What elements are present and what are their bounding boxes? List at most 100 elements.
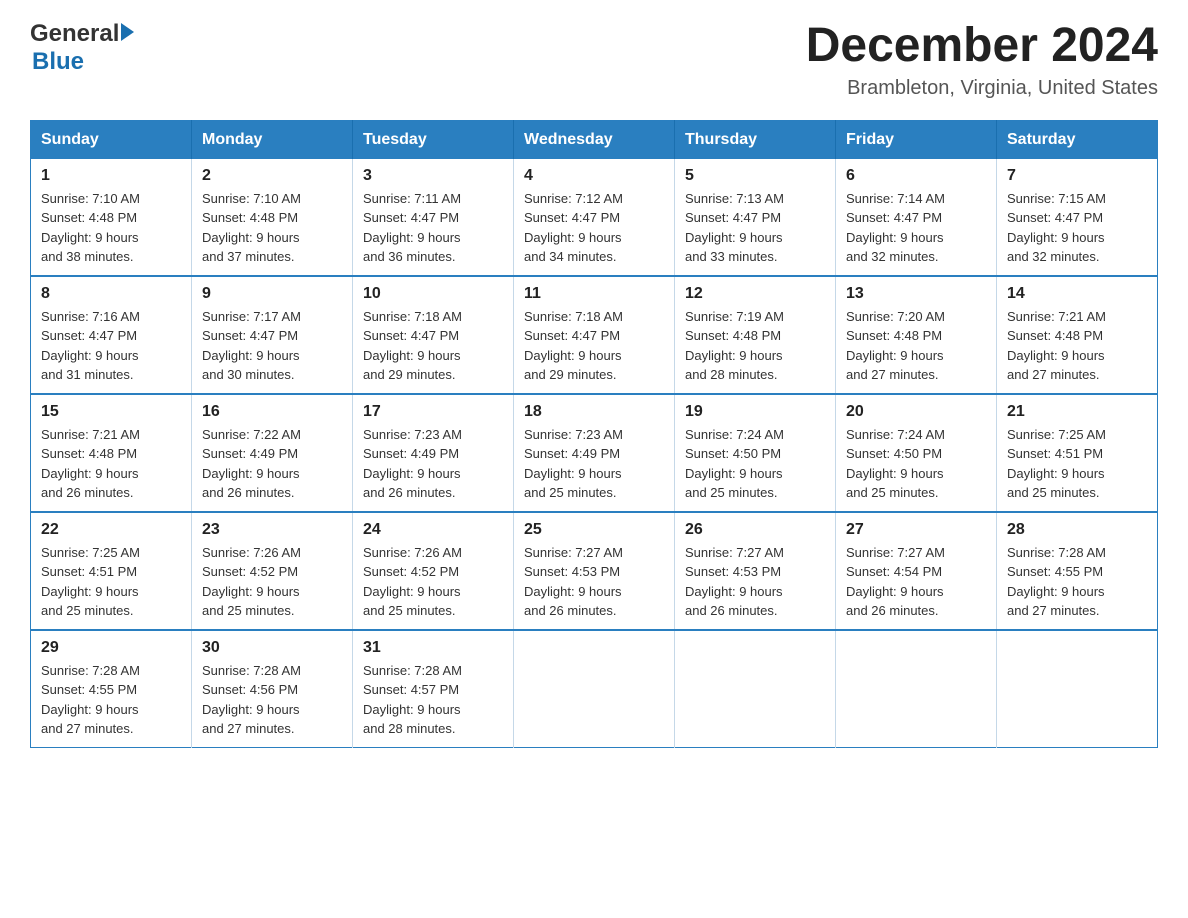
day-info: Sunrise: 7:24 AM Sunset: 4:50 PM Dayligh… xyxy=(685,425,825,503)
calendar-day-cell: 23 Sunrise: 7:26 AM Sunset: 4:52 PM Dayl… xyxy=(192,512,353,630)
calendar-day-cell: 28 Sunrise: 7:28 AM Sunset: 4:55 PM Dayl… xyxy=(997,512,1158,630)
day-number: 29 xyxy=(41,639,181,657)
logo: General Blue xyxy=(30,20,134,76)
day-number: 10 xyxy=(363,285,503,303)
day-info: Sunrise: 7:28 AM Sunset: 4:56 PM Dayligh… xyxy=(202,661,342,739)
day-number: 12 xyxy=(685,285,825,303)
calendar-day-cell: 7 Sunrise: 7:15 AM Sunset: 4:47 PM Dayli… xyxy=(997,159,1158,276)
calendar-week-row: 29 Sunrise: 7:28 AM Sunset: 4:55 PM Dayl… xyxy=(31,630,1158,748)
day-info: Sunrise: 7:23 AM Sunset: 4:49 PM Dayligh… xyxy=(363,425,503,503)
day-info: Sunrise: 7:21 AM Sunset: 4:48 PM Dayligh… xyxy=(1007,307,1147,385)
day-number: 20 xyxy=(846,403,986,421)
day-number: 27 xyxy=(846,521,986,539)
day-info: Sunrise: 7:27 AM Sunset: 4:54 PM Dayligh… xyxy=(846,543,986,621)
day-info: Sunrise: 7:18 AM Sunset: 4:47 PM Dayligh… xyxy=(524,307,664,385)
day-number: 15 xyxy=(41,403,181,421)
page-header: General Blue December 2024 Brambleton, V… xyxy=(30,20,1158,100)
calendar-day-cell: 13 Sunrise: 7:20 AM Sunset: 4:48 PM Dayl… xyxy=(836,276,997,394)
calendar-day-cell xyxy=(836,630,997,748)
day-number: 3 xyxy=(363,167,503,185)
day-number: 17 xyxy=(363,403,503,421)
day-number: 11 xyxy=(524,285,664,303)
day-number: 21 xyxy=(1007,403,1147,421)
day-number: 4 xyxy=(524,167,664,185)
day-info: Sunrise: 7:26 AM Sunset: 4:52 PM Dayligh… xyxy=(202,543,342,621)
day-number: 16 xyxy=(202,403,342,421)
logo-flag-icon xyxy=(121,23,134,41)
col-friday: Friday xyxy=(836,120,997,159)
calendar-day-cell: 21 Sunrise: 7:25 AM Sunset: 4:51 PM Dayl… xyxy=(997,394,1158,512)
calendar-week-row: 8 Sunrise: 7:16 AM Sunset: 4:47 PM Dayli… xyxy=(31,276,1158,394)
calendar-day-cell: 2 Sunrise: 7:10 AM Sunset: 4:48 PM Dayli… xyxy=(192,159,353,276)
title-section: December 2024 Brambleton, Virginia, Unit… xyxy=(806,20,1158,100)
day-number: 8 xyxy=(41,285,181,303)
calendar-day-cell: 12 Sunrise: 7:19 AM Sunset: 4:48 PM Dayl… xyxy=(675,276,836,394)
calendar-day-cell: 20 Sunrise: 7:24 AM Sunset: 4:50 PM Dayl… xyxy=(836,394,997,512)
calendar-day-cell: 14 Sunrise: 7:21 AM Sunset: 4:48 PM Dayl… xyxy=(997,276,1158,394)
day-number: 25 xyxy=(524,521,664,539)
col-tuesday: Tuesday xyxy=(353,120,514,159)
calendar-day-cell: 15 Sunrise: 7:21 AM Sunset: 4:48 PM Dayl… xyxy=(31,394,192,512)
day-number: 30 xyxy=(202,639,342,657)
calendar-header: Sunday Monday Tuesday Wednesday Thursday… xyxy=(31,120,1158,159)
day-number: 7 xyxy=(1007,167,1147,185)
day-number: 26 xyxy=(685,521,825,539)
day-info: Sunrise: 7:13 AM Sunset: 4:47 PM Dayligh… xyxy=(685,189,825,267)
weekday-row: Sunday Monday Tuesday Wednesday Thursday… xyxy=(31,120,1158,159)
col-sunday: Sunday xyxy=(31,120,192,159)
logo-blue-text: Blue xyxy=(32,48,84,76)
calendar-day-cell: 9 Sunrise: 7:17 AM Sunset: 4:47 PM Dayli… xyxy=(192,276,353,394)
calendar-title: December 2024 xyxy=(806,20,1158,73)
calendar-day-cell: 5 Sunrise: 7:13 AM Sunset: 4:47 PM Dayli… xyxy=(675,159,836,276)
calendar-subtitle: Brambleton, Virginia, United States xyxy=(806,77,1158,100)
day-number: 14 xyxy=(1007,285,1147,303)
calendar-week-row: 15 Sunrise: 7:21 AM Sunset: 4:48 PM Dayl… xyxy=(31,394,1158,512)
calendar-day-cell: 29 Sunrise: 7:28 AM Sunset: 4:55 PM Dayl… xyxy=(31,630,192,748)
day-info: Sunrise: 7:15 AM Sunset: 4:47 PM Dayligh… xyxy=(1007,189,1147,267)
calendar-day-cell: 6 Sunrise: 7:14 AM Sunset: 4:47 PM Dayli… xyxy=(836,159,997,276)
col-monday: Monday xyxy=(192,120,353,159)
col-saturday: Saturday xyxy=(997,120,1158,159)
day-info: Sunrise: 7:10 AM Sunset: 4:48 PM Dayligh… xyxy=(41,189,181,267)
day-number: 28 xyxy=(1007,521,1147,539)
day-info: Sunrise: 7:28 AM Sunset: 4:57 PM Dayligh… xyxy=(363,661,503,739)
calendar-day-cell: 26 Sunrise: 7:27 AM Sunset: 4:53 PM Dayl… xyxy=(675,512,836,630)
calendar-day-cell: 11 Sunrise: 7:18 AM Sunset: 4:47 PM Dayl… xyxy=(514,276,675,394)
day-info: Sunrise: 7:26 AM Sunset: 4:52 PM Dayligh… xyxy=(363,543,503,621)
calendar-week-row: 22 Sunrise: 7:25 AM Sunset: 4:51 PM Dayl… xyxy=(31,512,1158,630)
day-number: 1 xyxy=(41,167,181,185)
day-info: Sunrise: 7:10 AM Sunset: 4:48 PM Dayligh… xyxy=(202,189,342,267)
day-info: Sunrise: 7:14 AM Sunset: 4:47 PM Dayligh… xyxy=(846,189,986,267)
day-number: 13 xyxy=(846,285,986,303)
day-info: Sunrise: 7:20 AM Sunset: 4:48 PM Dayligh… xyxy=(846,307,986,385)
day-info: Sunrise: 7:23 AM Sunset: 4:49 PM Dayligh… xyxy=(524,425,664,503)
day-info: Sunrise: 7:18 AM Sunset: 4:47 PM Dayligh… xyxy=(363,307,503,385)
calendar-day-cell: 8 Sunrise: 7:16 AM Sunset: 4:47 PM Dayli… xyxy=(31,276,192,394)
day-info: Sunrise: 7:25 AM Sunset: 4:51 PM Dayligh… xyxy=(41,543,181,621)
calendar-day-cell: 22 Sunrise: 7:25 AM Sunset: 4:51 PM Dayl… xyxy=(31,512,192,630)
day-number: 9 xyxy=(202,285,342,303)
col-thursday: Thursday xyxy=(675,120,836,159)
calendar-day-cell: 25 Sunrise: 7:27 AM Sunset: 4:53 PM Dayl… xyxy=(514,512,675,630)
day-number: 2 xyxy=(202,167,342,185)
calendar-table: Sunday Monday Tuesday Wednesday Thursday… xyxy=(30,120,1158,748)
day-number: 31 xyxy=(363,639,503,657)
day-info: Sunrise: 7:28 AM Sunset: 4:55 PM Dayligh… xyxy=(41,661,181,739)
calendar-body: 1 Sunrise: 7:10 AM Sunset: 4:48 PM Dayli… xyxy=(31,159,1158,748)
calendar-day-cell: 27 Sunrise: 7:27 AM Sunset: 4:54 PM Dayl… xyxy=(836,512,997,630)
calendar-day-cell: 10 Sunrise: 7:18 AM Sunset: 4:47 PM Dayl… xyxy=(353,276,514,394)
calendar-day-cell: 16 Sunrise: 7:22 AM Sunset: 4:49 PM Dayl… xyxy=(192,394,353,512)
day-info: Sunrise: 7:28 AM Sunset: 4:55 PM Dayligh… xyxy=(1007,543,1147,621)
calendar-day-cell: 31 Sunrise: 7:28 AM Sunset: 4:57 PM Dayl… xyxy=(353,630,514,748)
day-number: 19 xyxy=(685,403,825,421)
day-number: 18 xyxy=(524,403,664,421)
calendar-day-cell: 19 Sunrise: 7:24 AM Sunset: 4:50 PM Dayl… xyxy=(675,394,836,512)
day-number: 24 xyxy=(363,521,503,539)
day-info: Sunrise: 7:11 AM Sunset: 4:47 PM Dayligh… xyxy=(363,189,503,267)
col-wednesday: Wednesday xyxy=(514,120,675,159)
day-info: Sunrise: 7:27 AM Sunset: 4:53 PM Dayligh… xyxy=(685,543,825,621)
calendar-day-cell: 18 Sunrise: 7:23 AM Sunset: 4:49 PM Dayl… xyxy=(514,394,675,512)
calendar-day-cell: 4 Sunrise: 7:12 AM Sunset: 4:47 PM Dayli… xyxy=(514,159,675,276)
day-info: Sunrise: 7:21 AM Sunset: 4:48 PM Dayligh… xyxy=(41,425,181,503)
day-number: 22 xyxy=(41,521,181,539)
